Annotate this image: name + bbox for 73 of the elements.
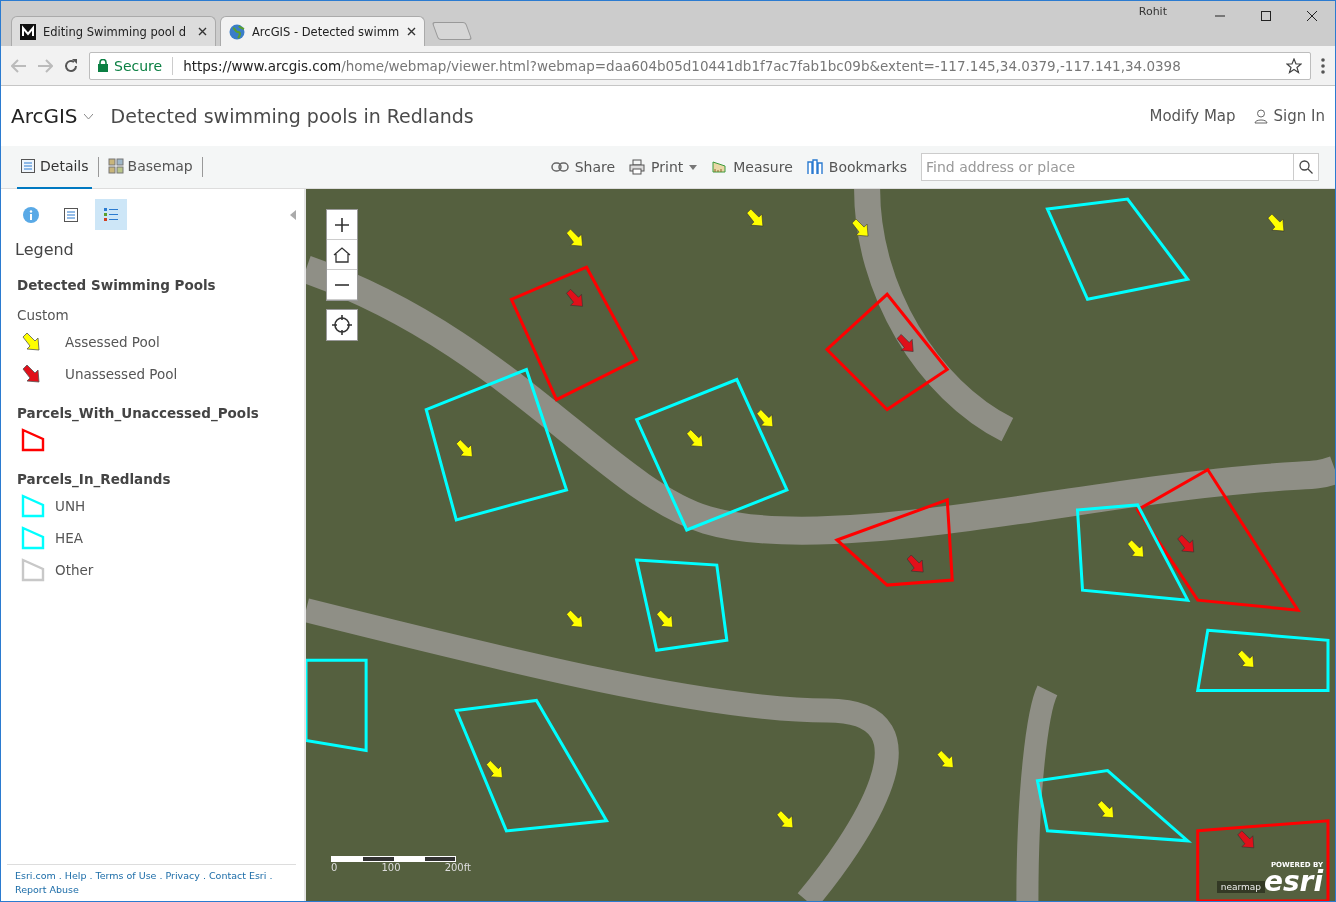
menu-icon[interactable] (1321, 57, 1325, 74)
search-icon (1299, 160, 1313, 174)
footer-link[interactable]: Terms of Use (95, 869, 157, 883)
profile-name[interactable]: Rohit (1138, 4, 1167, 18)
scale-label: 200ft (444, 862, 471, 873)
locate-button[interactable] (326, 309, 358, 341)
link-separator: . (89, 869, 93, 883)
letter-m-icon (20, 23, 36, 40)
url-text: https://www.arcgis.com/home/webmap/viewer.html?webmap=daa604b05d10441db1f7ac7fab1bc09b&extent=-117.145,34.0379,-117.141,34.0398 (183, 57, 1182, 74)
toolbar-button[interactable]: Print (629, 159, 698, 175)
footer-link[interactable]: Esri.com (15, 869, 56, 883)
panel-view-tab[interactable] (95, 199, 127, 230)
footer-link[interactable]: Report Abuse (15, 883, 79, 897)
map-title: Detected swimming pools in Redlands (110, 105, 475, 127)
header-link[interactable]: Sign In (1253, 107, 1325, 125)
close-icon[interactable] (198, 27, 207, 36)
plus-icon (335, 217, 349, 232)
ruler-icon (711, 159, 728, 175)
toolbar-button[interactable]: Share (550, 159, 616, 175)
star-icon[interactable] (1286, 57, 1302, 74)
close-icon (1307, 11, 1317, 21)
footer-link[interactable]: Privacy (165, 869, 200, 883)
panel-tab[interactable]: Details (17, 145, 92, 189)
header-link[interactable]: Modify Map (1149, 107, 1236, 125)
reload-button[interactable] (63, 57, 79, 74)
printer-icon (629, 159, 646, 175)
browser-tab[interactable]: Editing Swimming pool d (11, 16, 216, 46)
search-button[interactable] (1293, 153, 1319, 181)
legend-label: Unassessed Pool (65, 366, 178, 382)
link-separator: . (159, 869, 163, 883)
layer-title: Parcels_With_Unaccessed_Pools (17, 405, 260, 421)
crosshair-icon (332, 315, 352, 335)
user-icon (1253, 108, 1268, 124)
address-bar[interactable]: Secure https://www.arcgis.com/home/webmap/viewer.html?webmap=daa604b05d10441db1f7ac7fab1bc09b&extent=-117.145,34.0379,-117.141,34.0398 (89, 51, 1311, 80)
link-separator: . (269, 869, 273, 883)
globe-icon (229, 23, 245, 40)
aerial-map-drawing[interactable] (306, 189, 1335, 901)
legend-list-icon (103, 206, 119, 223)
document-icon (20, 158, 36, 174)
footer-link[interactable]: Contact Esri (208, 869, 267, 883)
secure-label: Secure (114, 57, 163, 74)
caret-icon (83, 113, 93, 119)
browser-tab[interactable]: ArcGIS - Detected swimm (220, 16, 425, 46)
legend-heading: Legend (15, 240, 75, 259)
grid-icon (107, 158, 124, 174)
footer-link[interactable]: Help (64, 869, 87, 883)
panel-tab[interactable]: Basemap (104, 145, 196, 189)
brand-menu[interactable]: ArcGIS (11, 104, 93, 128)
search-field[interactable]: Find address or place (921, 153, 1293, 181)
book-icon (806, 159, 823, 175)
scale-label: 100 (381, 862, 401, 873)
toolbar-button[interactable]: Bookmarks (806, 159, 907, 175)
document-list-icon (63, 206, 79, 223)
legend-label: HEA (55, 530, 83, 546)
close-icon[interactable] (407, 27, 416, 36)
layer-title: Detected Swimming Pools (17, 277, 217, 293)
attribution-text: nearmap (1216, 881, 1265, 893)
link-separator: . (202, 869, 206, 883)
link-icon (550, 162, 569, 172)
lock-icon (98, 59, 108, 72)
layer-subtitle: Custom (17, 307, 70, 323)
info-icon (23, 206, 39, 223)
logo-text: esri (1263, 869, 1323, 895)
legend-label: UNH (55, 498, 86, 514)
legend-label: Assessed Pool (65, 334, 160, 350)
scale-label: 0 (331, 862, 338, 873)
layer-title: Parcels_In_Redlands (17, 471, 172, 487)
legend-label: Other (55, 562, 94, 578)
toolbar-button[interactable]: Measure (711, 159, 793, 175)
home-icon (333, 246, 351, 263)
link-separator: . (58, 869, 62, 883)
minus-icon (335, 283, 349, 286)
maximize-icon (1261, 11, 1271, 21)
